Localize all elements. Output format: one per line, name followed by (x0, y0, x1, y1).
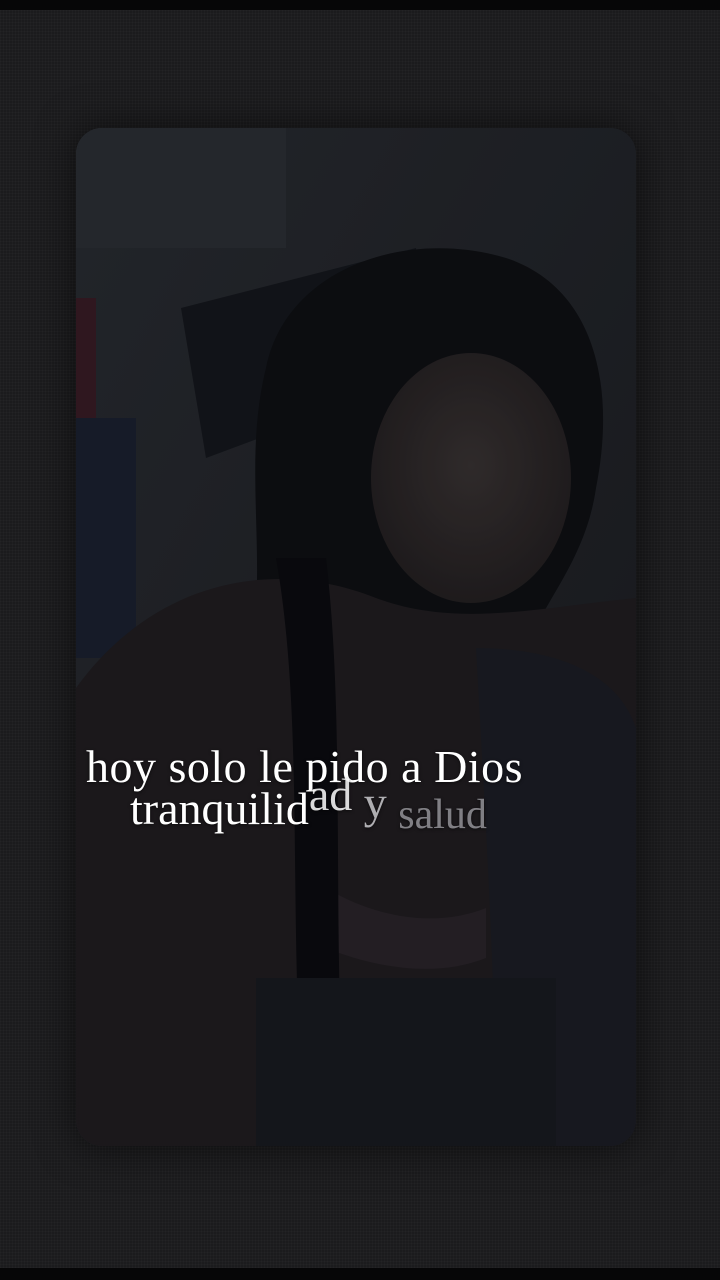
bottom-bar (0, 1268, 720, 1280)
caption-line-2-part-4: salud (398, 792, 487, 838)
story-frame: hoy solo le pido a Dios tranquilidad y s… (0, 0, 720, 1280)
caption-line-2: tranquilidad y salud (130, 769, 487, 838)
caption-line-2-part-1: tranquilid (130, 783, 309, 834)
background-photo (76, 128, 636, 1146)
top-bar (0, 0, 720, 10)
caption-line-2-part-2: ad (308, 769, 353, 820)
photo-illustration (76, 128, 636, 1146)
caption-line-2-part-3: y (363, 777, 387, 828)
